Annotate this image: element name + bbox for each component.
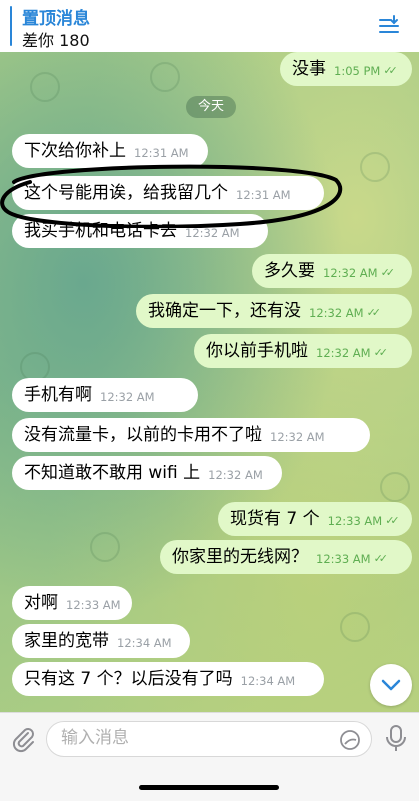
double-check-icon: ✓✓	[380, 266, 396, 279]
message-bubble[interactable]: 你家里的无线网？ 12:33 AM ✓✓	[160, 540, 412, 574]
message-time: 12:33 AM	[316, 552, 371, 566]
message-time: 12:32 AM	[185, 226, 240, 240]
message-text: 不知道敢不敢用 wifi 上	[24, 463, 201, 483]
pinned-message-bar[interactable]: 置顶消息 差你 180	[0, 0, 419, 52]
double-check-icon: ✓✓	[385, 514, 400, 527]
wallpaper-doodle	[150, 62, 180, 92]
message-text: 我确定一下，还有没	[148, 301, 301, 321]
message-time: 12:31 AM	[236, 188, 291, 202]
paperclip-icon[interactable]	[10, 725, 38, 753]
message-input[interactable]	[47, 722, 355, 754]
message-bubble[interactable]: 没有流量卡，以前的卡用不了啦 12:32 AM	[12, 418, 370, 452]
home-indicator	[139, 785, 279, 790]
message-bubble[interactable]: 你以前手机啦 12:32 AM ✓✓	[194, 334, 412, 368]
message-bubble[interactable]: 只有这 7 个？以后没有了吗 12:34 AM	[12, 662, 324, 696]
message-text: 我买手机和电话卡去	[24, 221, 177, 241]
message-bubble[interactable]: 不知道敢不敢用 wifi 上 12:32 AM	[12, 456, 282, 490]
message-bubble[interactable]: 对啊 12:33 AM	[12, 586, 132, 620]
message-bubble[interactable]: 现货有 7 个 12:33 AM ✓✓	[218, 502, 412, 536]
message-text: 手机有啊	[24, 385, 92, 405]
mic-icon[interactable]	[382, 723, 410, 753]
message-text: 家里的宽带	[24, 631, 109, 651]
message-time: 12:31 AM	[134, 146, 189, 160]
message-time: 12:34 AM	[117, 636, 172, 650]
wallpaper-doodle	[90, 532, 120, 562]
chat-area[interactable]: 今天 没事 1:05 PM ✓✓ 下次给你补上 12:31 AM 这个号能用诶，给我留…	[0, 52, 419, 712]
wallpaper-doodle	[340, 612, 370, 642]
pinned-title: 置顶消息	[22, 9, 90, 29]
message-bubble[interactable]: 我买手机和电话卡去 12:32 AM	[12, 214, 268, 248]
date-divider: 今天	[186, 96, 236, 118]
message-time: 12:33 AM	[66, 598, 121, 612]
pinned-accent-bar	[10, 6, 12, 46]
double-check-icon: ✓✓	[373, 346, 389, 359]
message-bubble[interactable]: 家里的宽带 12:34 AM	[12, 624, 190, 658]
message-text: 你家里的无线网？	[172, 547, 308, 567]
wallpaper-doodle	[360, 152, 390, 182]
chevron-down-icon	[381, 679, 401, 691]
double-check-icon: ✓✓	[383, 64, 398, 77]
message-text: 只有这 7 个？以后没有了吗	[24, 669, 233, 689]
message-bubble[interactable]: 手机有啊 12:32 AM	[12, 378, 198, 412]
message-text: 这个号能用诶，给我留几个	[24, 183, 228, 203]
scroll-down-button[interactable]	[370, 664, 412, 706]
sticker-icon[interactable]	[338, 728, 362, 752]
double-check-icon: ✓✓	[373, 552, 389, 565]
wallpaper-doodle	[30, 72, 60, 102]
message-text: 多久要	[264, 261, 315, 281]
message-text: 现货有 7 个	[230, 509, 320, 529]
message-time: 1:05 PM	[334, 64, 381, 78]
message-input-bar	[0, 712, 419, 801]
message-time: 12:32 AM	[316, 346, 371, 360]
message-text: 你以前手机啦	[206, 341, 308, 361]
message-time: 12:32 AM	[100, 390, 155, 404]
pinned-preview: 差你 180	[22, 31, 90, 50]
message-bubble[interactable]: 这个号能用诶，给我留几个 12:31 AM	[12, 176, 324, 210]
message-text: 下次给你补上	[24, 141, 126, 161]
message-text: 没有流量卡，以前的卡用不了啦	[24, 425, 262, 445]
double-check-icon: ✓✓	[366, 306, 382, 319]
message-time: 12:32 AM	[323, 266, 378, 280]
wallpaper-doodle	[380, 472, 410, 502]
message-bubble[interactable]: 下次给你补上 12:31 AM	[12, 134, 208, 168]
message-text: 对啊	[24, 593, 58, 613]
pinned-list-icon[interactable]	[377, 14, 401, 38]
message-field[interactable]	[46, 721, 372, 757]
message-bubble[interactable]: 多久要 12:32 AM ✓✓	[252, 254, 412, 288]
message-time: 12:32 AM	[270, 430, 325, 444]
message-text: 没事	[292, 59, 326, 79]
message-time: 12:32 AM	[208, 468, 263, 482]
message-time: 12:32 AM	[309, 306, 364, 320]
message-time: 12:34 AM	[240, 674, 296, 688]
message-bubble[interactable]: 我确定一下，还有没 12:32 AM ✓✓	[136, 294, 412, 328]
message-bubble[interactable]: 没事 1:05 PM ✓✓	[280, 52, 412, 86]
message-time: 12:33 AM	[327, 514, 383, 528]
